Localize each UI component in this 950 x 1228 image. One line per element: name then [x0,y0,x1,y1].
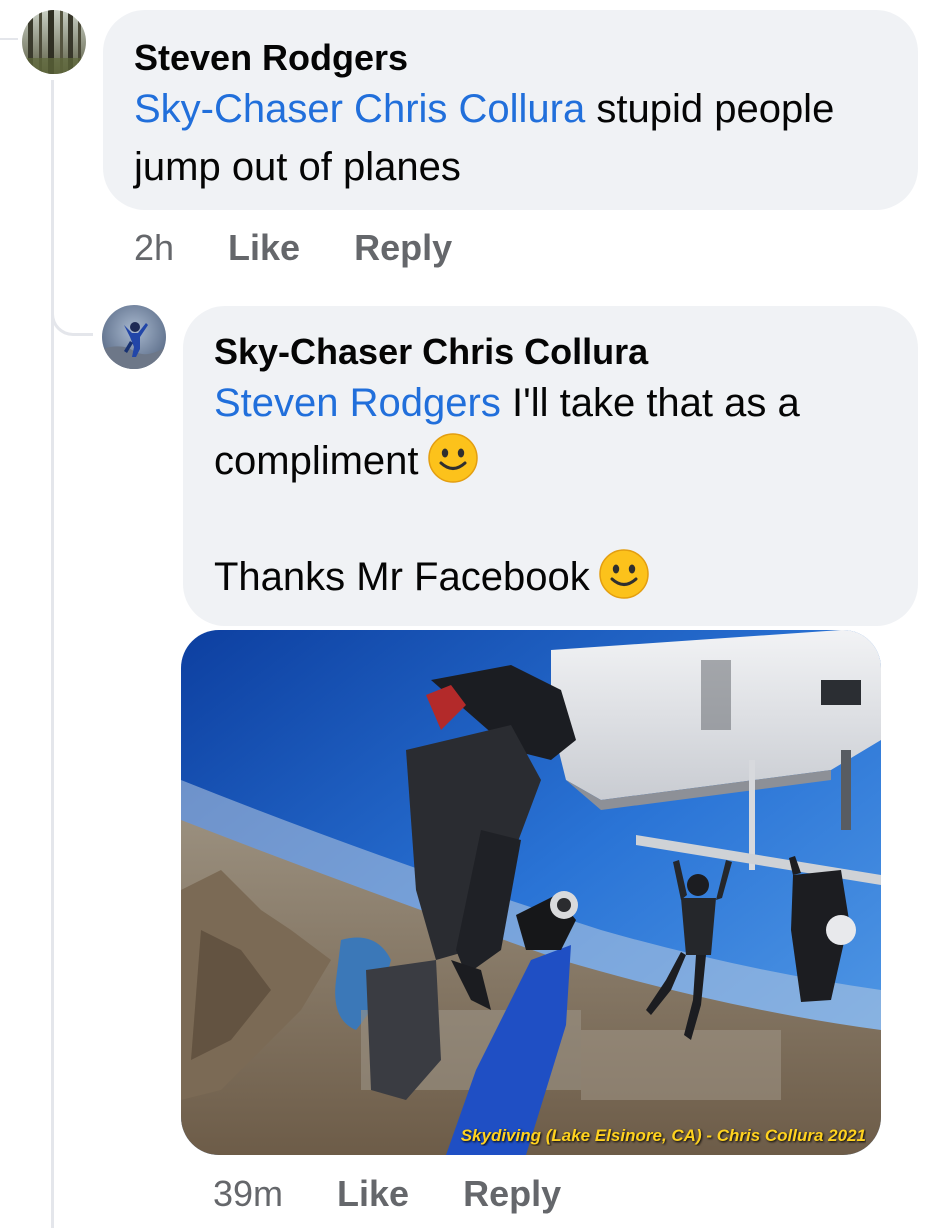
reply-button[interactable]: Reply [354,227,452,269]
photo-watermark: Skydiving (Lake Elsinore, CA) - Chris Co… [460,1126,866,1145]
chris-collura-avatar[interactable] [102,305,166,369]
like-button[interactable]: Like [337,1173,409,1215]
smiling-face-emoji-icon [427,432,479,484]
attached-photo[interactable] [181,630,881,1155]
smiling-face-emoji-icon [598,548,650,600]
reply-timestamp[interactable]: 39m [213,1173,283,1215]
thread-line [51,80,54,1228]
thread-line-top [0,38,18,40]
reply-author[interactable]: Sky-Chaser Chris Collura [214,330,886,374]
reply-text: Steven Rodgers I'll take that as a compl… [214,381,800,484]
skydiving-photo-icon [181,630,881,1155]
mention-link[interactable]: Sky-Chaser Chris Collura [134,87,585,131]
reply-button[interactable]: Reply [463,1173,561,1215]
comment-text: Sky-Chaser Chris Collura stupid people j… [134,87,835,189]
comment-bubble: Steven Rodgers Sky-Chaser Chris Collura … [103,10,918,210]
comment-actions: 2h Like Reply [134,226,506,270]
skydiver-avatar-icon [102,305,166,369]
mention-link[interactable]: Steven Rodgers [214,381,501,425]
reply-text-line-2: Thanks Mr Facebook [214,548,886,606]
like-button[interactable]: Like [228,227,300,269]
forest-avatar-icon [22,10,86,74]
reply-actions: 39m Like Reply [213,1172,615,1216]
reply-thread-connector [51,280,93,336]
comment-timestamp[interactable]: 2h [134,227,174,269]
comment-author[interactable]: Steven Rodgers [134,36,886,80]
steven-rodgers-avatar[interactable] [22,10,86,74]
reply-bubble: Sky-Chaser Chris Collura Steven Rodgers … [183,306,918,626]
